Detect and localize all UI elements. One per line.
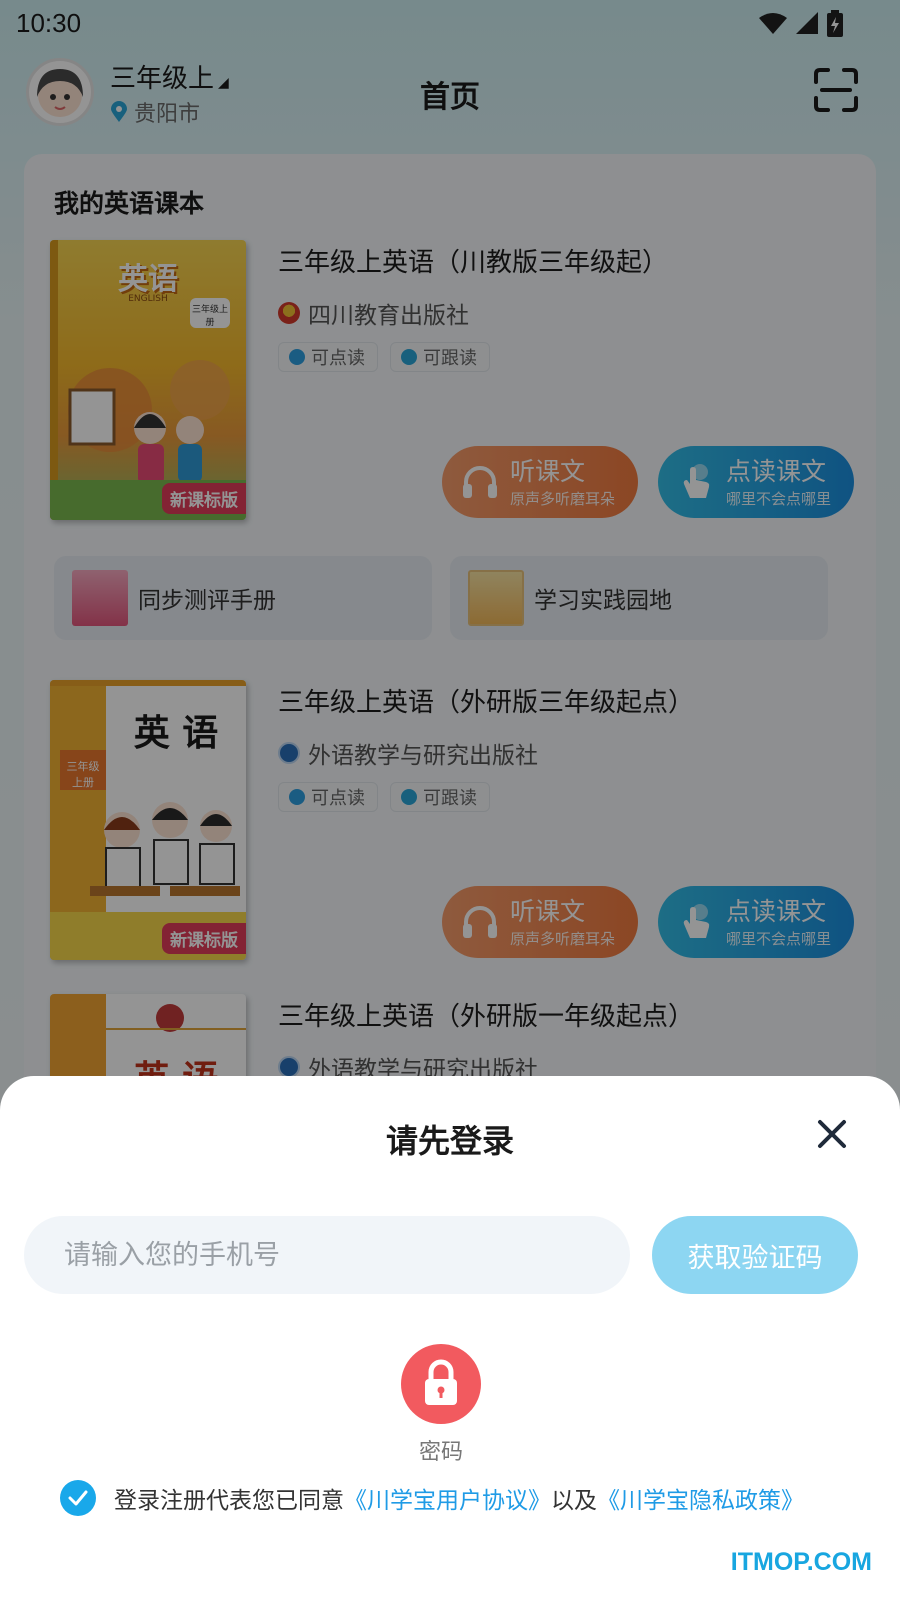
close-icon[interactable] (814, 1116, 850, 1152)
password-login-button[interactable] (401, 1344, 481, 1424)
agree-prefix: 登录注册代表您已同意 (114, 1488, 344, 1514)
agree-and: 以及 (551, 1488, 597, 1514)
password-label: 密码 (418, 1440, 463, 1465)
check-icon (68, 1490, 88, 1506)
phone-input[interactable] (24, 1216, 630, 1294)
login-sheet: 请先登录 获取验证码 密码 登录注册代表您已同意 《川学宝用户协议》 以及 《川… (0, 1076, 900, 1600)
agree-checkbox[interactable] (60, 1480, 96, 1516)
privacy-policy-link[interactable]: 《川学宝隐私政策》 (597, 1481, 804, 1515)
get-code-button[interactable]: 获取验证码 (652, 1216, 858, 1294)
login-title: 请先登录 (385, 1122, 514, 1160)
agreement-row: 登录注册代表您已同意 《川学宝用户协议》 以及 《川学宝隐私政策》 (60, 1480, 804, 1516)
watermark: ITMOP.COM (730, 1548, 872, 1576)
user-agreement-link[interactable]: 《川学宝用户协议》 (344, 1481, 551, 1515)
lock-icon (425, 1359, 457, 1405)
